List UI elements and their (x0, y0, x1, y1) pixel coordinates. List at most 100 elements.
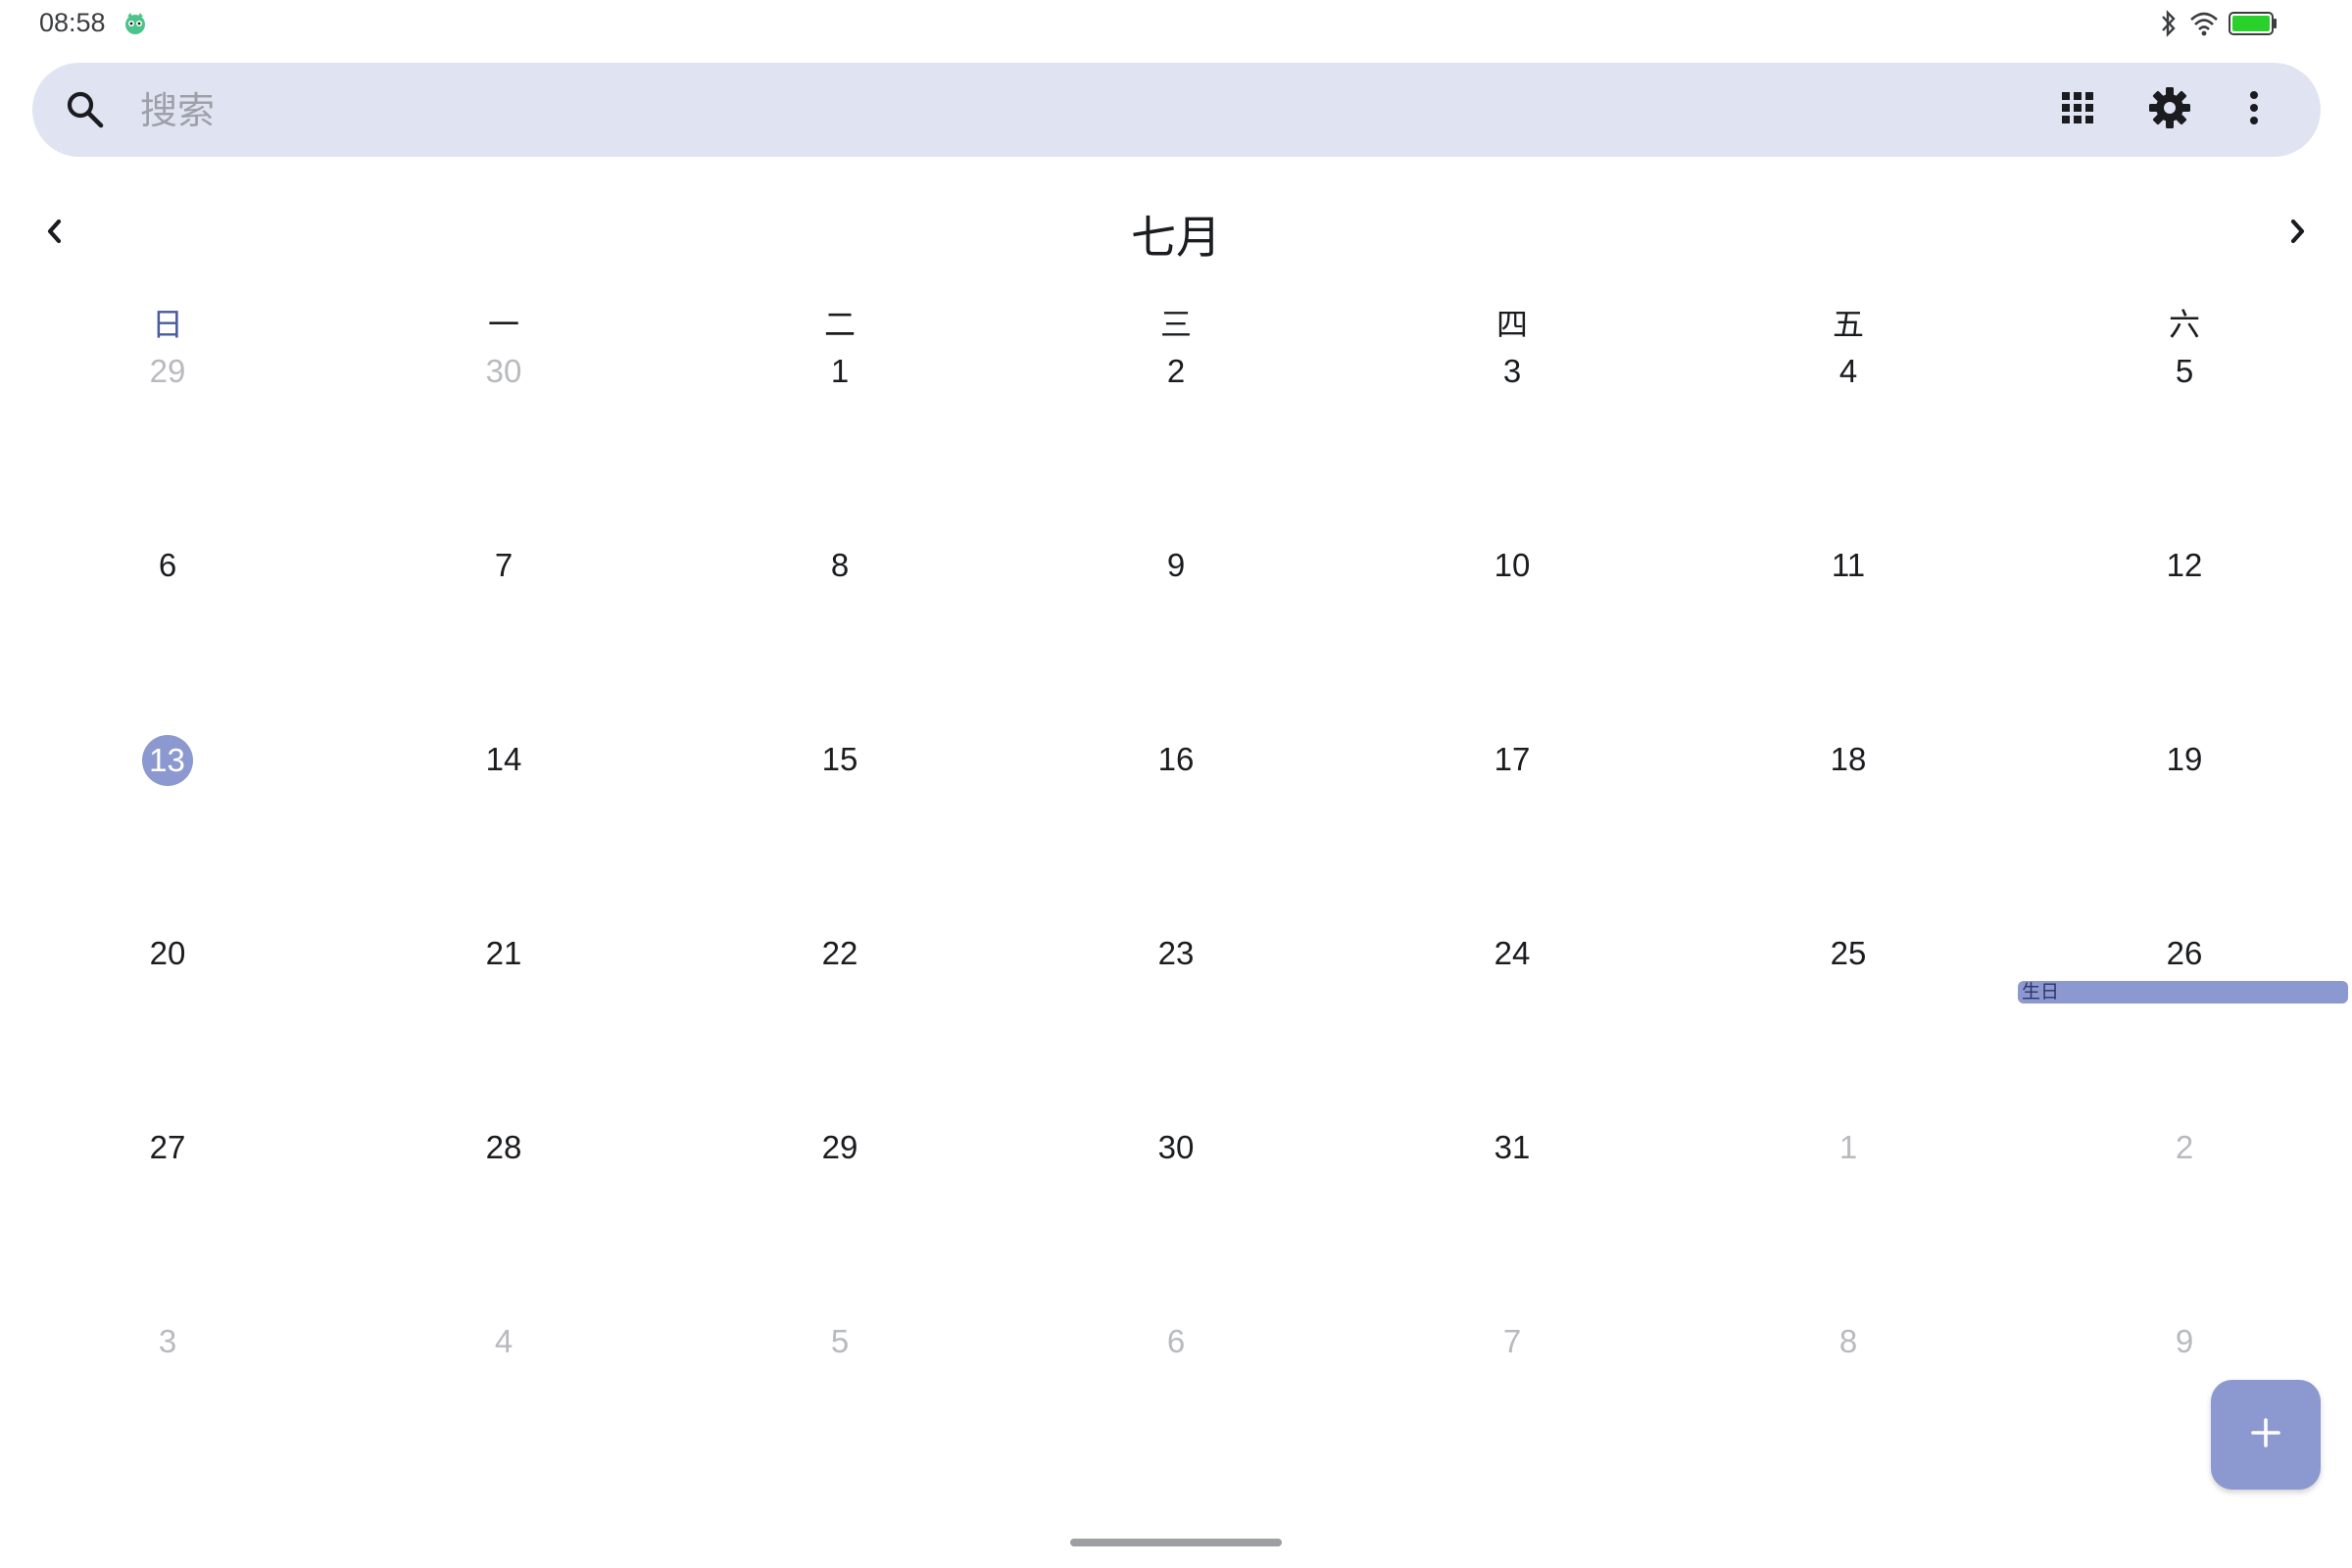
day-cell[interactable]: 30 (1008, 1121, 1345, 1315)
day-cell[interactable]: 10 (1345, 539, 1681, 733)
day-cell[interactable]: 3 (0, 1315, 336, 1509)
day-number: 19 (2166, 741, 2203, 777)
day-number: 31 (1494, 1129, 1531, 1165)
day-cell[interactable]: 1 (1681, 1121, 2017, 1315)
event-chip[interactable]: 生日 (2018, 981, 2348, 1004)
day-cell[interactable]: 6 (1008, 1315, 1345, 1509)
day-cell[interactable]: 4 (336, 1315, 672, 1509)
day-number: 30 (485, 353, 522, 389)
next-month-button[interactable] (2270, 206, 2325, 261)
day-number: 6 (1166, 1323, 1186, 1359)
day-cell[interactable]: 27 (0, 1121, 336, 1315)
day-cell[interactable]: 2 (2017, 1121, 2352, 1315)
day-number: 8 (1838, 1323, 1858, 1359)
status-time: 08:58 (39, 8, 106, 37)
day-number: 7 (1502, 1323, 1522, 1359)
wifi-icon (2189, 10, 2219, 37)
day-number: 10 (1494, 547, 1531, 583)
day-cell[interactable]: 6 (0, 539, 336, 733)
day-number: 7 (494, 547, 514, 583)
day-cell[interactable]: 29 (672, 1121, 1008, 1315)
day-number: 25 (1830, 935, 1867, 971)
day-cell[interactable]: 25 (1681, 927, 2017, 1121)
day-number: 18 (1830, 741, 1867, 777)
month-grid: 29 30 1 2 3 4 5 6 7 8 9 10 11 12 13 14 15 16 17 18 19 20 21 22 2… (0, 345, 2352, 1521)
day-cell[interactable]: 3 (1345, 345, 1681, 539)
weekday-label: 日 (151, 306, 183, 343)
day-cell[interactable]: 7 (336, 539, 672, 733)
day-cell[interactable]: 15 (672, 733, 1008, 927)
weekday-header-row: 日一二三四五六 (0, 300, 2352, 345)
day-cell[interactable]: 26 (2017, 927, 2352, 1121)
day-number: 20 (149, 935, 186, 971)
settings-button[interactable] (2140, 80, 2199, 139)
day-number: 26 (2166, 935, 2203, 971)
status-icons (2158, 8, 2278, 39)
add-event-button[interactable] (2211, 1380, 2321, 1490)
day-number: 1 (1838, 1129, 1858, 1165)
day-number: 21 (485, 935, 522, 971)
day-cell[interactable]: 19 (2017, 733, 2352, 927)
more-vert-icon (2248, 90, 2260, 129)
day-number: 16 (1157, 741, 1195, 777)
weekday-label: 六 (2168, 306, 2200, 343)
day-number: 14 (485, 741, 522, 777)
day-number: 8 (830, 547, 850, 583)
day-number: 12 (2166, 547, 2203, 583)
day-cell[interactable]: 1 (672, 345, 1008, 539)
day-cell[interactable]: 22 (672, 927, 1008, 1121)
day-cell[interactable]: 28 (336, 1121, 672, 1315)
day-cell[interactable]: 16 (1008, 733, 1345, 927)
day-cell[interactable]: 12 (2017, 539, 2352, 733)
day-cell[interactable]: 8 (672, 539, 1008, 733)
app-notification-icon (122, 10, 149, 37)
plus-icon (2249, 1416, 2282, 1453)
day-cell[interactable]: 14 (336, 733, 672, 927)
day-number: 5 (830, 1323, 850, 1359)
day-cell[interactable]: 9 (1008, 539, 1345, 733)
day-cell[interactable]: 31 (1345, 1121, 1681, 1315)
day-number: 6 (158, 547, 177, 583)
day-cell[interactable]: 2 (1008, 345, 1345, 539)
day-cell[interactable]: 7 (1345, 1315, 1681, 1509)
day-cell[interactable]: 11 (1681, 539, 2017, 733)
day-cell[interactable]: 5 (2017, 345, 2352, 539)
day-cell[interactable]: 5 (672, 1315, 1008, 1509)
apps-grid-icon (2060, 90, 2095, 129)
day-cell[interactable]: 30 (336, 345, 672, 539)
day-number: 2 (2175, 1129, 2194, 1165)
day-number: 30 (1157, 1129, 1195, 1165)
day-number: 24 (1494, 935, 1531, 971)
search-input[interactable] (138, 80, 1906, 141)
day-cell[interactable]: 21 (336, 927, 672, 1121)
weekday-label: 四 (1495, 306, 1528, 343)
day-cell[interactable]: 17 (1345, 733, 1681, 927)
day-number: 15 (821, 741, 858, 777)
month-title: 七月 (1131, 211, 1221, 264)
day-number: 4 (1838, 353, 1858, 389)
day-cell[interactable]: 8 (1681, 1315, 2017, 1509)
day-cell[interactable]: 20 (0, 927, 336, 1121)
day-number: 29 (149, 353, 186, 389)
gear-icon (2148, 86, 2191, 133)
day-number: 9 (2175, 1323, 2194, 1359)
day-number: 5 (2175, 353, 2194, 389)
day-number: 4 (494, 1323, 514, 1359)
more-options-button[interactable] (2225, 80, 2283, 139)
day-cell[interactable]: 4 (1681, 345, 2017, 539)
day-cell-today[interactable]: 13 (0, 733, 336, 927)
home-indicator[interactable] (1070, 1539, 1282, 1546)
day-cell[interactable]: 24 (1345, 927, 1681, 1121)
day-number: 2 (1166, 353, 1186, 389)
weekday-label: 五 (1832, 306, 1864, 343)
weekday-label: 一 (487, 306, 519, 343)
bluetooth-icon (2158, 9, 2180, 38)
day-number: 28 (485, 1129, 522, 1165)
apps-button[interactable] (2048, 80, 2107, 139)
day-number: 9 (1166, 547, 1186, 583)
day-cell[interactable]: 18 (1681, 733, 2017, 927)
day-cell[interactable]: 29 (0, 345, 336, 539)
month-header: 七月 (0, 196, 2352, 270)
day-cell[interactable]: 23 (1008, 927, 1345, 1121)
day-number: 23 (1157, 935, 1195, 971)
